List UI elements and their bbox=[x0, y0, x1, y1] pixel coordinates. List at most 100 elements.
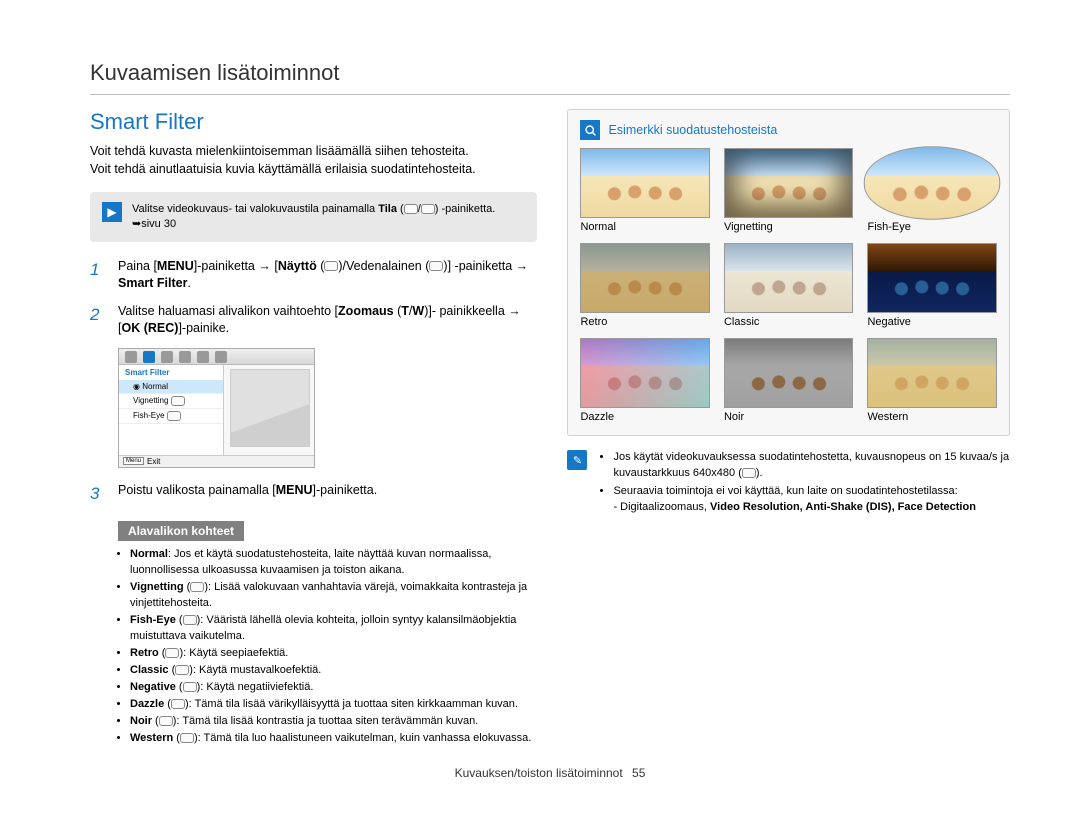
thumb-label: Negative bbox=[867, 316, 997, 328]
ss-tabbar bbox=[119, 349, 314, 365]
note-box: ✎ Jos käytät videokuvauksessa suodatinte… bbox=[567, 450, 1010, 518]
note-2-prefix: - Digitaalizoomaus, bbox=[613, 501, 710, 513]
tab-icon-active bbox=[143, 351, 155, 363]
horizontal-rule bbox=[90, 94, 1010, 95]
bullet-desc: : Käytä negatiiviefektiä. bbox=[200, 681, 313, 693]
t: )/Vedenalainen ( bbox=[338, 259, 429, 273]
example-header-label: Esimerkki suodatustehosteista bbox=[608, 123, 777, 137]
ss-sidebar: Smart Filter ◉ Normal Vignetting Fish-Ey… bbox=[119, 365, 224, 455]
tip-tila-bold: Tila bbox=[378, 203, 397, 215]
note-2-bold: Video Resolution, Anti-Shake (DIS), Face… bbox=[710, 501, 976, 513]
thumb-normal bbox=[580, 148, 710, 218]
step-num-1: 1 bbox=[90, 258, 104, 293]
ss-exit-label: Exit bbox=[147, 457, 160, 466]
right-column: Esimerkki suodatustehosteista Normal Vign… bbox=[567, 109, 1010, 748]
ss-item-label: Fish-Eye bbox=[133, 411, 165, 420]
thumb-cell: Fish-Eye bbox=[867, 148, 997, 233]
effect-icon bbox=[171, 699, 185, 709]
tab-icon bbox=[179, 351, 191, 363]
bullet-name: Dazzle bbox=[130, 698, 164, 710]
effect-icon bbox=[165, 648, 179, 658]
w-bold: W bbox=[412, 304, 424, 318]
ss-footer: Menu Exit bbox=[119, 455, 314, 467]
thumb-vignetting bbox=[724, 148, 854, 218]
zoom-bold: Zoomaus bbox=[338, 304, 394, 318]
note-2-text: Seuraavia toimintoja ei voi käyttää, kun… bbox=[613, 485, 957, 497]
bullet-name: Fish-Eye bbox=[130, 614, 176, 626]
tab-icon bbox=[215, 351, 227, 363]
bullet-desc: : Käytä seepiaefektiä. bbox=[183, 647, 288, 659]
thumb-label: Vignetting bbox=[724, 221, 854, 233]
thumb-cell: Classic bbox=[724, 243, 854, 328]
bullet-name: Retro bbox=[130, 647, 159, 659]
thumb-label: Noir bbox=[724, 411, 854, 423]
step-3: 3 Poistu valikosta painamalla [MENU]-pai… bbox=[90, 482, 537, 506]
bullet-desc: : Jos et käytä suodatustehosteita, laite… bbox=[130, 548, 491, 576]
ss-list-header: Smart Filter bbox=[119, 365, 223, 380]
t: ]-painiketta. bbox=[313, 483, 378, 497]
menu-bold: MENU bbox=[157, 259, 194, 273]
bullet-item: Retro (): Käytä seepiaefektiä. bbox=[130, 646, 537, 662]
bullet-name: Noir bbox=[130, 715, 152, 727]
display-bold: Näyttö bbox=[278, 259, 317, 273]
effect-icon bbox=[183, 615, 197, 625]
bullet-item: Fish-Eye (): Vääristä lähellä olevia koh… bbox=[130, 613, 537, 645]
t-bold: T bbox=[401, 304, 409, 318]
step-2: 2 Valitse haluamasi alivalikon vaihtoeht… bbox=[90, 303, 537, 338]
intro-line-2: Voit tehdä ainutlaatuisia kuvia käyttämä… bbox=[90, 162, 476, 176]
bullet-name: Negative bbox=[130, 681, 176, 693]
tip-icon: ▶ bbox=[102, 202, 122, 222]
ss-item-label: Vignetting bbox=[133, 396, 168, 405]
thumb-dazzle bbox=[580, 338, 710, 408]
step-1: 1 Paina [MENU]-painiketta → [Näyttö ()/V… bbox=[90, 258, 537, 293]
t: ]-painike. bbox=[178, 321, 229, 335]
thumb-label: Classic bbox=[724, 316, 854, 328]
ss-preview-pane bbox=[230, 369, 310, 447]
bullet-name: Normal bbox=[130, 548, 168, 560]
thumb-cell: Western bbox=[867, 338, 997, 423]
ss-list-item-selected: ◉ Normal bbox=[119, 380, 223, 394]
bullet-item: Negative (): Käytä negatiiviefektiä. bbox=[130, 680, 537, 696]
display-icon bbox=[324, 261, 338, 271]
bullet-desc: : Tämä tila lisää kontrastia ja tuottaa … bbox=[176, 715, 478, 727]
bullet-name: Vignetting bbox=[130, 581, 184, 593]
page-number: 55 bbox=[632, 766, 645, 780]
example-panel: Esimerkki suodatustehosteista Normal Vign… bbox=[567, 109, 1010, 436]
step-num-3: 3 bbox=[90, 482, 104, 506]
sd-icon bbox=[742, 468, 756, 478]
ss-menu-button: Menu bbox=[123, 457, 144, 465]
bullet-item: Noir (): Tämä tila lisää kontrastia ja t… bbox=[130, 714, 537, 730]
search-icon bbox=[580, 120, 600, 140]
bullet-desc: : Tämä tila lisää värikylläisyyttä ja tu… bbox=[189, 698, 518, 710]
item-icon bbox=[167, 411, 181, 421]
thumb-cell: Dazzle bbox=[580, 338, 710, 423]
t: ( bbox=[317, 259, 325, 273]
effect-icon bbox=[180, 733, 194, 743]
thumb-fish-eye bbox=[864, 146, 1000, 220]
left-column: Smart Filter Voit tehdä kuvasta mielenki… bbox=[90, 109, 537, 748]
thumb-cell: Normal bbox=[580, 148, 710, 233]
video-mode-icon bbox=[404, 204, 418, 214]
step-num-2: 2 bbox=[90, 303, 104, 338]
thumb-noir bbox=[724, 338, 854, 408]
thumb-western bbox=[867, 338, 997, 408]
example-header: Esimerkki suodatustehosteista bbox=[580, 120, 997, 140]
thumb-cell: Retro bbox=[580, 243, 710, 328]
photo-mode-icon bbox=[421, 204, 435, 214]
bullet-item: Dazzle (): Tämä tila lisää värikylläisyy… bbox=[130, 697, 537, 713]
menu-screenshot: Smart Filter ◉ Normal Vignetting Fish-Ey… bbox=[118, 348, 315, 468]
t: . bbox=[187, 276, 190, 290]
thumb-cell: Negative bbox=[867, 243, 997, 328]
thumb-label: Retro bbox=[580, 316, 710, 328]
thumb-negative bbox=[867, 243, 997, 313]
thumb-cell: Noir bbox=[724, 338, 854, 423]
effect-icon bbox=[190, 582, 204, 592]
tab-icon bbox=[197, 351, 209, 363]
tip-before: Valitse videokuvaus- tai valokuvaustila … bbox=[132, 203, 375, 215]
intro-line-1: Voit tehdä kuvasta mielenkiintoisemman l… bbox=[90, 144, 469, 158]
ss-list-item: Fish-Eye bbox=[119, 409, 223, 424]
t: )] bbox=[443, 259, 451, 273]
smartfilter-bold: Smart Filter bbox=[118, 276, 187, 290]
effect-icon bbox=[175, 665, 189, 675]
note-list: Jos käytät videokuvauksessa suodatinteho… bbox=[601, 450, 1010, 518]
